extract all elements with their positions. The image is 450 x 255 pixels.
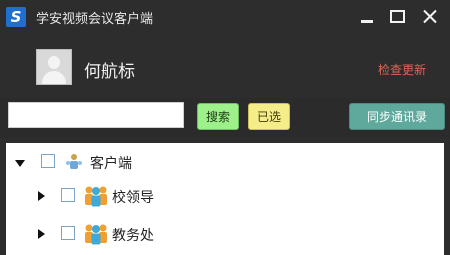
minimize-icon[interactable]: [356, 6, 380, 28]
selected-button[interactable]: 已选: [248, 103, 290, 130]
app-logo-icon: S: [6, 7, 26, 27]
checkbox-root[interactable]: [41, 154, 55, 168]
client-node-icon: [66, 154, 82, 169]
contact-tree: 客户端 校领导 教务处: [6, 143, 444, 255]
tree-node-root[interactable]: 客户端: [6, 147, 444, 177]
tree-label-leaders: 校领导: [112, 190, 154, 206]
search-bar: 搜索 已选 同步通讯录: [0, 98, 450, 138]
avatar-head-shape: [48, 56, 60, 69]
window-title: 学安视频会议客户端: [36, 12, 154, 27]
group-icon: [85, 224, 107, 245]
check-update-link[interactable]: 检查更新: [378, 61, 426, 78]
checkbox-leaders[interactable]: [61, 188, 75, 202]
client-window: S 学安视频会议客户端 何航标 检查更新 搜索 已选 同步通讯录 客户端 校领导…: [0, 0, 450, 255]
close-icon[interactable]: [419, 6, 443, 28]
sync-contacts-button[interactable]: 同步通讯录: [349, 103, 445, 130]
tree-node-leaders[interactable]: 校领导: [6, 181, 444, 211]
expand-arrow-icon[interactable]: [38, 191, 45, 201]
title-bar[interactable]: S 学安视频会议客户端: [0, 0, 450, 34]
checkbox-academic-affairs[interactable]: [61, 226, 75, 240]
user-name: 何航标: [84, 62, 135, 82]
tree-label-root: 客户端: [90, 156, 132, 172]
tree-label-academic-affairs: 教务处: [112, 228, 154, 244]
avatar-body-shape: [42, 71, 66, 84]
search-input[interactable]: [8, 102, 184, 128]
search-button[interactable]: 搜索: [197, 103, 239, 130]
expand-arrow-icon[interactable]: [38, 229, 45, 239]
collapse-arrow-icon[interactable]: [15, 160, 25, 167]
tree-node-academic-affairs[interactable]: 教务处: [6, 219, 444, 249]
group-icon: [85, 186, 107, 207]
avatar[interactable]: [36, 49, 72, 85]
maximize-icon[interactable]: [386, 6, 410, 28]
